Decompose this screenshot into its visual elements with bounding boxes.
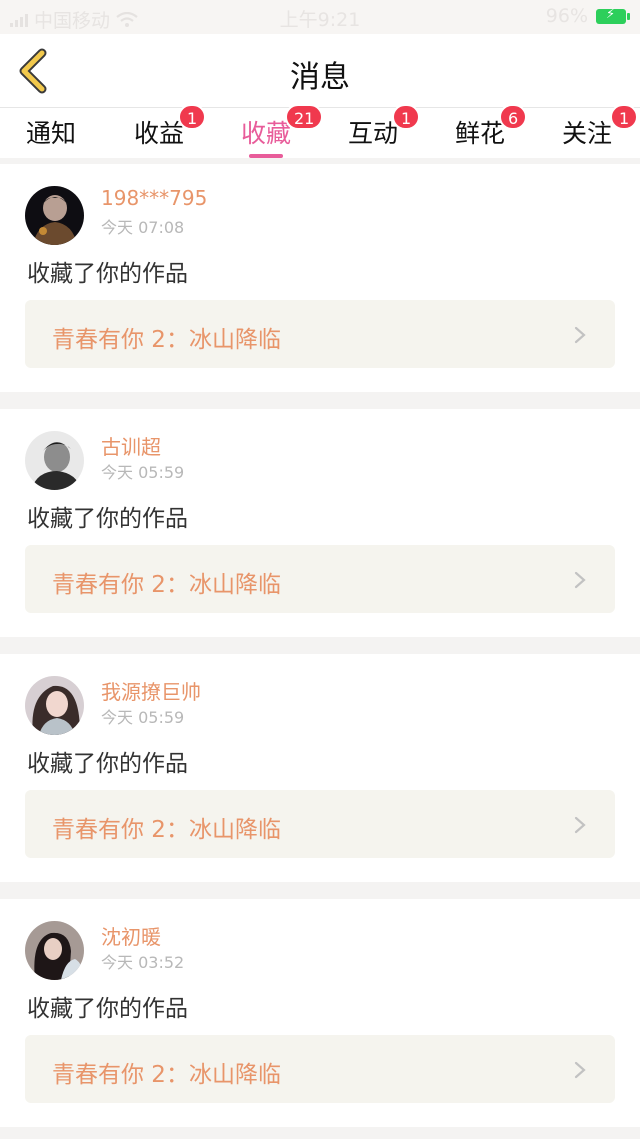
tab-favorites[interactable]: 收藏 21 bbox=[241, 104, 324, 158]
status-bar: 中国移动 上午9:21 96% ⚡ bbox=[0, 0, 640, 34]
page-title: 消息 bbox=[290, 60, 350, 95]
avatar[interactable] bbox=[25, 186, 84, 245]
work-title: 青春有你 2：冰山降临 bbox=[52, 572, 281, 598]
message-time: 今天 03:52 bbox=[101, 953, 185, 972]
active-tab-indicator bbox=[249, 154, 283, 158]
tab-interaction[interactable]: 互动 1 bbox=[348, 104, 421, 158]
chevron-right-icon bbox=[574, 1061, 586, 1079]
chevron-right-icon bbox=[574, 571, 586, 589]
message-text: 收藏了你的作品 bbox=[27, 506, 188, 532]
chevron-right-icon bbox=[574, 816, 586, 834]
tab-label: 互动 bbox=[348, 119, 399, 148]
avatar[interactable] bbox=[25, 921, 84, 980]
work-title: 青春有你 2：冰山降临 bbox=[52, 817, 281, 843]
work-title: 青春有你 2：冰山降临 bbox=[52, 327, 281, 353]
username-link[interactable]: 沈初暖 bbox=[101, 921, 161, 950]
message-card: 198***795 今天 07:08 收藏了你的作品 青春有你 2：冰山降临 bbox=[0, 164, 640, 392]
tab-flowers[interactable]: 鲜花 6 bbox=[455, 104, 528, 158]
message-text: 收藏了你的作品 bbox=[27, 261, 188, 287]
message-text: 收藏了你的作品 bbox=[27, 996, 188, 1022]
work-title: 青春有你 2：冰山降临 bbox=[52, 1062, 281, 1088]
message-card: 沈初暖 今天 03:52 收藏了你的作品 青春有你 2：冰山降临 bbox=[0, 899, 640, 1127]
message-text: 收藏了你的作品 bbox=[27, 751, 188, 777]
tab-bar: 通知 收益 1 收藏 21 互动 1 鲜花 6 关注 1 bbox=[0, 104, 640, 158]
message-time: 今天 05:59 bbox=[101, 463, 185, 482]
status-right: 96% ⚡ bbox=[545, 5, 630, 27]
tab-notice[interactable]: 通知 bbox=[26, 114, 76, 158]
chevron-right-icon bbox=[574, 326, 586, 344]
work-link[interactable]: 青春有你 2：冰山降临 bbox=[25, 545, 615, 613]
work-link[interactable]: 青春有你 2：冰山降临 bbox=[25, 1035, 615, 1103]
unread-badge: 1 bbox=[392, 104, 421, 130]
message-card: 我源撩巨帅 今天 05:59 收藏了你的作品 青春有你 2：冰山降临 bbox=[0, 654, 640, 882]
tab-earnings[interactable]: 收益 1 bbox=[134, 104, 207, 158]
work-link[interactable]: 青春有你 2：冰山降临 bbox=[25, 790, 615, 858]
work-link[interactable]: 青春有你 2：冰山降临 bbox=[25, 300, 615, 368]
avatar[interactable] bbox=[25, 676, 84, 735]
unread-badge: 1 bbox=[610, 104, 639, 130]
avatar[interactable] bbox=[25, 431, 84, 490]
message-card: 古训超 今天 05:59 收藏了你的作品 青春有你 2：冰山降临 bbox=[0, 409, 640, 637]
message-time: 今天 07:08 bbox=[101, 218, 185, 237]
status-time: 上午9:21 bbox=[279, 9, 361, 31]
message-time: 今天 05:59 bbox=[101, 708, 185, 727]
nav-bar: 消息 bbox=[0, 34, 640, 108]
username-link[interactable]: 古训超 bbox=[101, 431, 161, 460]
username-link[interactable]: 198***795 bbox=[101, 186, 207, 210]
tab-follow[interactable]: 关注 1 bbox=[562, 104, 639, 158]
tab-label: 关注 bbox=[562, 119, 613, 148]
unread-badge: 1 bbox=[178, 104, 207, 130]
username-link[interactable]: 我源撩巨帅 bbox=[101, 676, 201, 705]
battery-percent: 96% bbox=[545, 5, 588, 27]
unread-badge: 6 bbox=[499, 104, 528, 130]
battery-icon: ⚡ bbox=[596, 7, 630, 24]
unread-badge: 21 bbox=[285, 104, 324, 130]
tab-label: 收益 bbox=[134, 119, 185, 148]
tab-label: 鲜花 bbox=[455, 119, 506, 148]
tab-label: 通知 bbox=[26, 119, 77, 148]
tab-label: 收藏 bbox=[241, 119, 292, 148]
